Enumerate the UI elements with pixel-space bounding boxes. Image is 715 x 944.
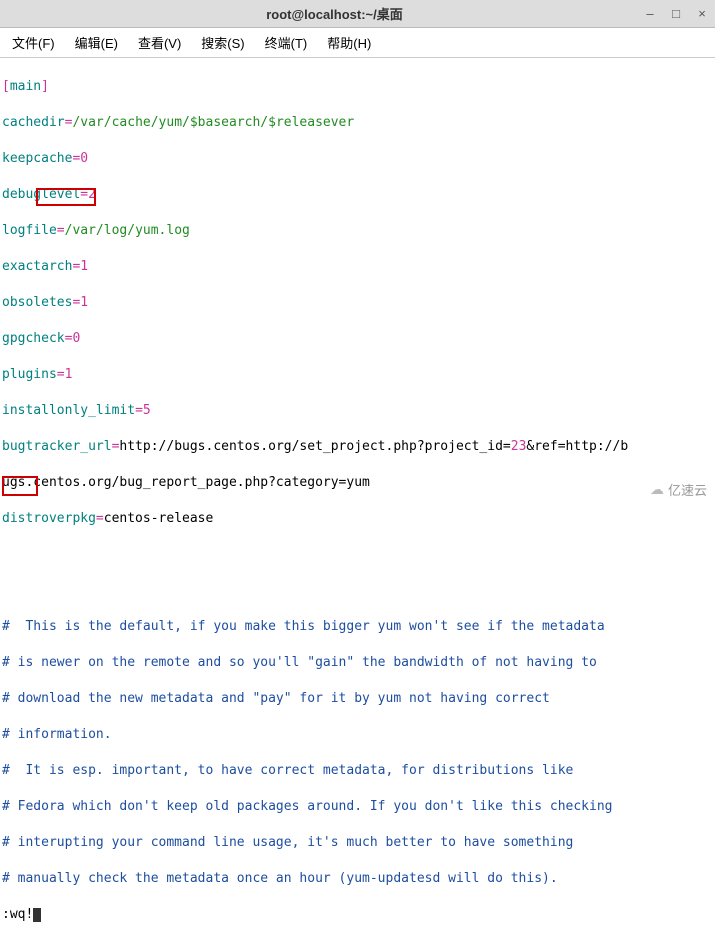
cfg-key: distroverpkg — [2, 511, 96, 526]
cfg-val: 1 — [80, 259, 88, 274]
window-title: root@localhost:~/桌面 — [26, 4, 643, 23]
menu-file[interactable]: 文件(F) — [6, 30, 61, 55]
cfg-key: exactarch — [2, 259, 72, 274]
watermark-text: 亿速云 — [668, 480, 707, 499]
cursor-icon — [33, 908, 41, 922]
cfg-key: obsoletes — [2, 295, 72, 310]
cfg-key: plugins — [2, 367, 57, 382]
cfg-val: 1 — [80, 295, 88, 310]
close-icon[interactable]: × — [695, 7, 709, 21]
menu-terminal[interactable]: 终端(T) — [259, 30, 314, 55]
cfg-key: logfile — [2, 223, 57, 238]
menu-view[interactable]: 查看(V) — [132, 30, 187, 55]
cfg-val-url2: &ref=http://b — [526, 439, 628, 454]
comment-line: # information. — [2, 726, 713, 744]
cfg-val: 5 — [143, 403, 151, 418]
config-section: main — [10, 79, 41, 94]
cfg-key: keepcache — [2, 151, 72, 166]
cfg-val-url1: http://bugs.centos.org/set_project.php?p… — [119, 439, 510, 454]
highlight-box-gpgcheck — [36, 188, 96, 206]
vim-command: wq! — [10, 907, 33, 922]
cfg-val: /var/cache/yum/$basearch/$releasever — [72, 115, 354, 130]
comment-line: # interupting your command line usage, i… — [2, 834, 713, 852]
cfg-val: 1 — [65, 367, 73, 382]
cfg-val: centos-release — [104, 511, 214, 526]
menu-search[interactable]: 搜索(S) — [195, 30, 250, 55]
watermark: ☁ 亿速云 — [650, 480, 707, 499]
menu-bar: 文件(F) 编辑(E) 查看(V) 搜索(S) 终端(T) 帮助(H) — [0, 28, 715, 58]
menu-edit[interactable]: 编辑(E) — [69, 30, 124, 55]
window-titlebar: root@localhost:~/桌面 – □ × — [0, 0, 715, 28]
cfg-key: gpgcheck — [2, 331, 65, 346]
highlight-box-wq — [2, 476, 38, 496]
cfg-key: installonly_limit — [2, 403, 135, 418]
minimize-icon[interactable]: – — [643, 7, 657, 21]
cloud-icon: ☁ — [650, 481, 664, 498]
cfg-key: cachedir — [2, 115, 65, 130]
cfg-val: /var/log/yum.log — [65, 223, 190, 238]
maximize-icon[interactable]: □ — [669, 7, 683, 21]
terminal-content[interactable]: [main] cachedir=/var/cache/yum/$basearch… — [0, 58, 715, 944]
comment-line: # It is esp. important, to have correct … — [2, 762, 713, 780]
comment-line: # This is the default, if you make this … — [2, 618, 713, 636]
vim-command-prefix: : — [2, 907, 10, 922]
cfg-pid: 23 — [511, 439, 527, 454]
cfg-val: 0 — [80, 151, 88, 166]
menu-help[interactable]: 帮助(H) — [321, 30, 377, 55]
comment-line: # is newer on the remote and so you'll "… — [2, 654, 713, 672]
comment-line: # download the new metadata and "pay" fo… — [2, 690, 713, 708]
comment-line: # Fedora which don't keep old packages a… — [2, 798, 713, 816]
cfg-val: 0 — [72, 331, 80, 346]
cfg-url-wrap: ugs.centos.org/bug_report_page.php?categ… — [2, 475, 370, 490]
cfg-key: bugtracker_url — [2, 439, 112, 454]
comment-line: # manually check the metadata once an ho… — [2, 870, 713, 888]
